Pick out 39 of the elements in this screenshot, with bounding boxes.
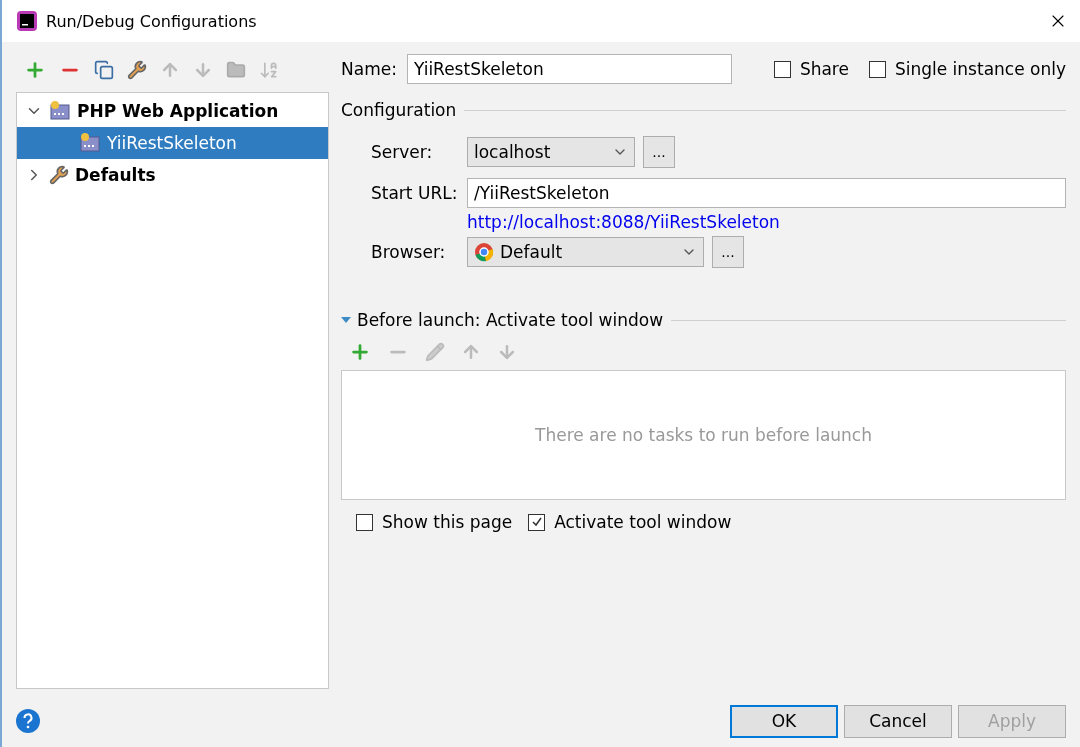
checkbox[interactable]: Single instance only — [868, 59, 1066, 79]
checkbox[interactable]: Activate tool window — [528, 512, 732, 532]
sort-icon[interactable] — [259, 60, 279, 80]
triangle-icon — [341, 316, 351, 324]
checkbox[interactable]: Show this page — [356, 512, 513, 532]
add-icon[interactable] — [24, 59, 46, 81]
php-file-icon — [79, 132, 101, 154]
window-title: Run/Debug Configurations — [46, 11, 258, 31]
help-icon[interactable] — [16, 709, 40, 733]
check-mark-icon — [530, 516, 543, 528]
server-label: Server: — [371, 142, 434, 162]
copy-icon[interactable] — [94, 60, 114, 80]
wrench-icon — [49, 165, 69, 185]
folder-icon[interactable] — [226, 60, 246, 80]
php-file-icon — [49, 100, 71, 122]
section-title: Configuration — [341, 100, 457, 120]
section-toggle[interactable]: Before launch: Activate tool window — [341, 310, 664, 330]
start-url-field[interactable]: /YiiRestSkeleton — [467, 178, 1066, 208]
wrench-icon[interactable] — [127, 60, 147, 80]
tree-item[interactable]: Defaults — [17, 159, 328, 191]
add-icon[interactable] — [349, 341, 371, 363]
browser-icon — [474, 242, 494, 262]
tree-item[interactable]: PHP Web Application — [17, 95, 328, 127]
browser-dropdown[interactable]: Default — [467, 237, 704, 267]
tree-item[interactable]: YiiRestSkeleton — [17, 127, 328, 159]
checkbox[interactable]: Share — [773, 59, 849, 79]
server-dropdown[interactable]: localhost — [467, 137, 635, 167]
pencil-icon[interactable] — [425, 342, 445, 362]
browser-label: Browser: — [371, 242, 447, 262]
dialog-button[interactable]: OK — [730, 704, 838, 738]
name-field[interactable]: YiiRestSkeleton — [406, 54, 732, 84]
more-button[interactable]: ... — [712, 236, 744, 268]
name-label: Name: — [341, 59, 397, 79]
more-button[interactable]: ... — [643, 136, 675, 168]
start-url-label: Start URL: — [371, 183, 459, 203]
dialog-button[interactable]: Cancel — [844, 704, 952, 738]
app-logo-icon — [16, 10, 38, 32]
url-link[interactable]: http://localhost:8088/YiiRestSkeleton — [467, 212, 780, 232]
empty-message: There are no tasks to run before launch — [535, 425, 872, 445]
